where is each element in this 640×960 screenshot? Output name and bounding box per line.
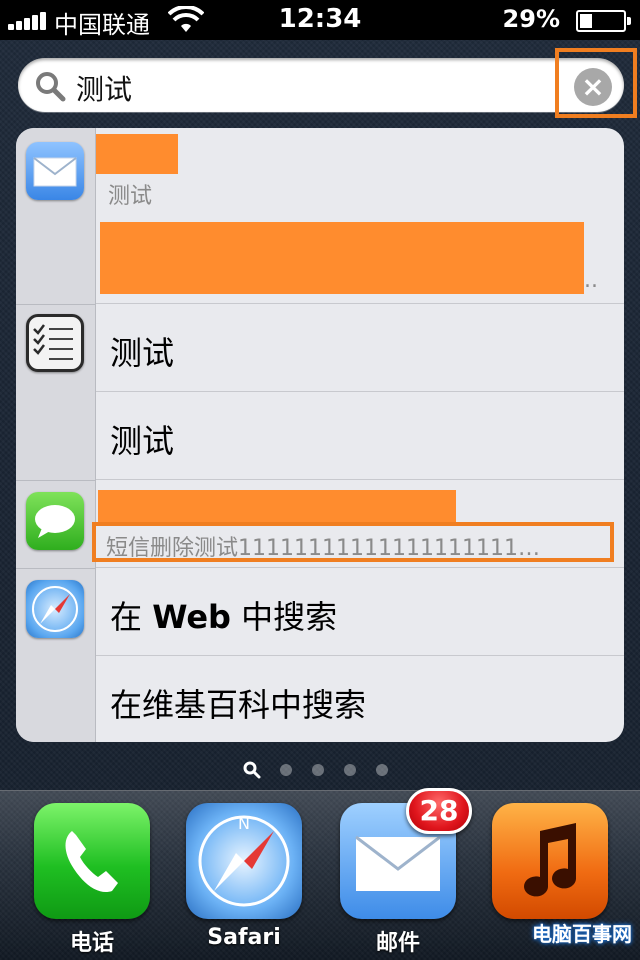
notes-result-2[interactable]: 测试 <box>96 392 624 480</box>
search-web-label: 在 Web 中搜索 <box>110 598 338 636</box>
page-dot <box>344 764 356 776</box>
watermark: 电脑百事网 <box>532 922 632 946</box>
search-wikipedia-label: 在维基百科中搜索 <box>110 686 367 724</box>
spotlight-search-bar: 测试 × <box>0 48 640 124</box>
notes-icon <box>26 314 84 372</box>
redacted-sender <box>96 134 178 174</box>
message-preview: 短信删除测试11111111111111111111… <box>106 536 540 561</box>
phone-icon <box>34 803 150 919</box>
battery-icon <box>576 10 631 32</box>
messages-icon <box>26 492 84 550</box>
mail-ellipsis: .. <box>584 268 598 293</box>
svg-text:N: N <box>238 814 250 833</box>
battery-percent: 29% <box>502 5 560 33</box>
search-page-icon <box>243 761 261 779</box>
results-icon-column <box>16 128 96 742</box>
search-wikipedia-row[interactable]: 在维基百科中搜索 <box>96 656 624 742</box>
page-dot <box>312 764 324 776</box>
dock-mail-label: 邮件 <box>375 931 420 956</box>
mail-unread-badge: 28 <box>406 788 472 834</box>
music-icon <box>492 803 608 919</box>
page-indicator <box>0 760 640 782</box>
dock-phone-label: 电话 <box>69 931 114 956</box>
redacted-mail-body <box>100 222 584 294</box>
notes-result-title: 测试 <box>110 422 175 460</box>
notes-result-1[interactable]: 测试 <box>96 304 624 392</box>
magnifier-icon <box>36 72 66 102</box>
search-results-panel: 测试 .. 测试 测试 短信删除测试11111111111111111111… … <box>16 128 624 742</box>
dock-safari[interactable]: N Safari <box>186 803 302 953</box>
mail-result[interactable]: 测试 .. <box>96 128 624 304</box>
search-input[interactable]: 测试 <box>18 58 624 112</box>
notes-result-title: 测试 <box>110 334 175 372</box>
messages-result[interactable]: 短信删除测试11111111111111111111… <box>92 480 624 568</box>
mail-subtitle: 测试 <box>108 184 153 209</box>
mail-icon <box>26 142 84 200</box>
search-query: 测试 <box>76 73 133 106</box>
redacted-contact <box>98 490 456 524</box>
clear-search-button[interactable]: × <box>574 68 612 106</box>
page-dot <box>280 764 292 776</box>
dock-phone[interactable]: 电话 <box>34 803 150 956</box>
page-dot <box>376 764 388 776</box>
dock-safari-label: Safari <box>207 925 281 950</box>
search-web-row[interactable]: 在 Web 中搜索 <box>96 568 624 656</box>
status-bar: 中国联通 12:34 29% <box>0 0 640 40</box>
safari-icon <box>26 580 84 638</box>
safari-icon: N <box>186 803 302 919</box>
